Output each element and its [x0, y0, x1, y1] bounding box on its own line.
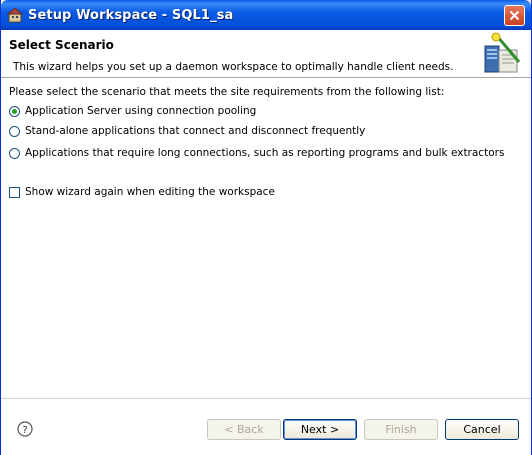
- wizard-content: Please select the scenario that meets th…: [1, 78, 531, 398]
- close-icon: [509, 10, 520, 21]
- option-label: Applications that require long connectio…: [25, 147, 505, 159]
- radio-selected-dot: [12, 108, 17, 114]
- finish-button[interactable]: Finish: [364, 419, 438, 440]
- radio-button[interactable]: [9, 147, 20, 159]
- scenario-prompt: Please select the scenario that meets th…: [9, 86, 445, 98]
- next-button[interactable]: Next >: [283, 419, 357, 440]
- radio-button[interactable]: [9, 105, 20, 117]
- option-label: Application Server using connection pool…: [25, 105, 257, 117]
- show-wizard-checkbox-row[interactable]: Show wizard again when editing the works…: [9, 186, 275, 198]
- show-wizard-checkbox[interactable]: [9, 186, 20, 198]
- cancel-button[interactable]: Cancel: [445, 419, 519, 440]
- app-icon: [6, 7, 24, 23]
- checkbox-label: Show wizard again when editing the works…: [25, 186, 275, 198]
- page-title: Select Scenario: [9, 38, 114, 52]
- close-button[interactable]: [504, 5, 525, 26]
- help-icon[interactable]: ?: [17, 421, 33, 437]
- wizard-header: Select Scenario This wizard helps you se…: [1, 30, 531, 78]
- window-title: Setup Workspace - SQL1_sa: [28, 8, 234, 23]
- scenario-option-standalone[interactable]: Stand-alone applications that connect an…: [9, 125, 365, 137]
- option-label: Stand-alone applications that connect an…: [25, 125, 366, 137]
- page-description: This wizard helps you set up a daemon wo…: [13, 61, 454, 73]
- radio-button[interactable]: [9, 125, 20, 137]
- wizard-window: Setup Workspace - SQL1_sa Select Scenari…: [0, 0, 532, 455]
- back-button[interactable]: < Back: [207, 419, 281, 440]
- wizard-footer: ? < Back Next > Finish Cancel: [1, 398, 531, 455]
- scenario-option-app-server[interactable]: Application Server using connection pool…: [9, 105, 256, 117]
- scenario-option-long-connections[interactable]: Applications that require long connectio…: [9, 147, 504, 159]
- svg-text:?: ?: [22, 425, 27, 436]
- title-bar[interactable]: Setup Workspace - SQL1_sa: [1, 0, 531, 30]
- wizard-banner-icon: [484, 32, 521, 73]
